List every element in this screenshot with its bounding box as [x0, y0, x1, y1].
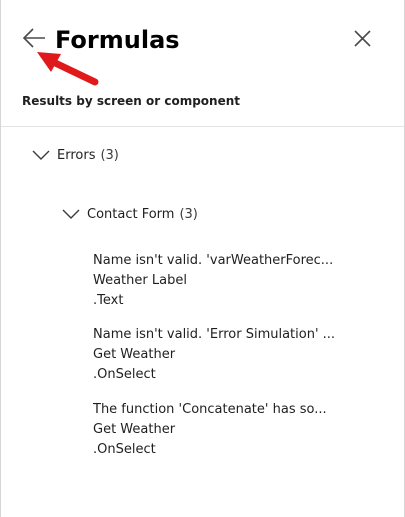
- result-property: .OnSelect: [93, 442, 156, 457]
- tree-node-count: (3): [100, 147, 119, 163]
- back-button[interactable]: [19, 24, 53, 56]
- result-property: .OnSelect: [93, 367, 156, 382]
- result-message: The function 'Concatenate' has so...: [93, 402, 327, 417]
- result-item[interactable]: The function 'Concatenate' has so... Get…: [93, 400, 343, 460]
- result-control: Get Weather: [93, 422, 176, 437]
- tree-node-label: Errors: [57, 147, 96, 163]
- result-control: Weather Label: [93, 273, 187, 288]
- formulas-panel: Formulas Results by screen or component …: [0, 0, 405, 517]
- chevron-down-icon: [62, 209, 80, 219]
- tree-node-count: (3): [179, 206, 198, 222]
- tree-node-label: Contact Form: [87, 206, 175, 222]
- result-item[interactable]: Name isn't valid. 'Error Simulation' ...…: [93, 325, 343, 385]
- result-item[interactable]: Name isn't valid. 'varWeatherForec... We…: [93, 251, 343, 311]
- close-button[interactable]: [350, 26, 376, 52]
- result-message: Name isn't valid. 'Error Simulation' ...: [93, 327, 336, 342]
- divider: [1, 126, 404, 127]
- tree-node-contact-form[interactable]: Contact Form (3): [61, 204, 198, 224]
- result-property: .Text: [93, 293, 124, 308]
- tree-node-errors[interactable]: Errors (3): [31, 145, 119, 165]
- panel-title: Formulas: [55, 26, 180, 54]
- close-icon: [354, 30, 371, 47]
- chevron-down-icon: [32, 150, 50, 160]
- arrow-left-icon: [22, 28, 45, 48]
- results-subtitle: Results by screen or component: [22, 94, 240, 108]
- result-control: Get Weather: [93, 347, 176, 362]
- result-message: Name isn't valid. 'varWeatherForec...: [93, 253, 334, 268]
- panel-header: Formulas: [1, 0, 404, 80]
